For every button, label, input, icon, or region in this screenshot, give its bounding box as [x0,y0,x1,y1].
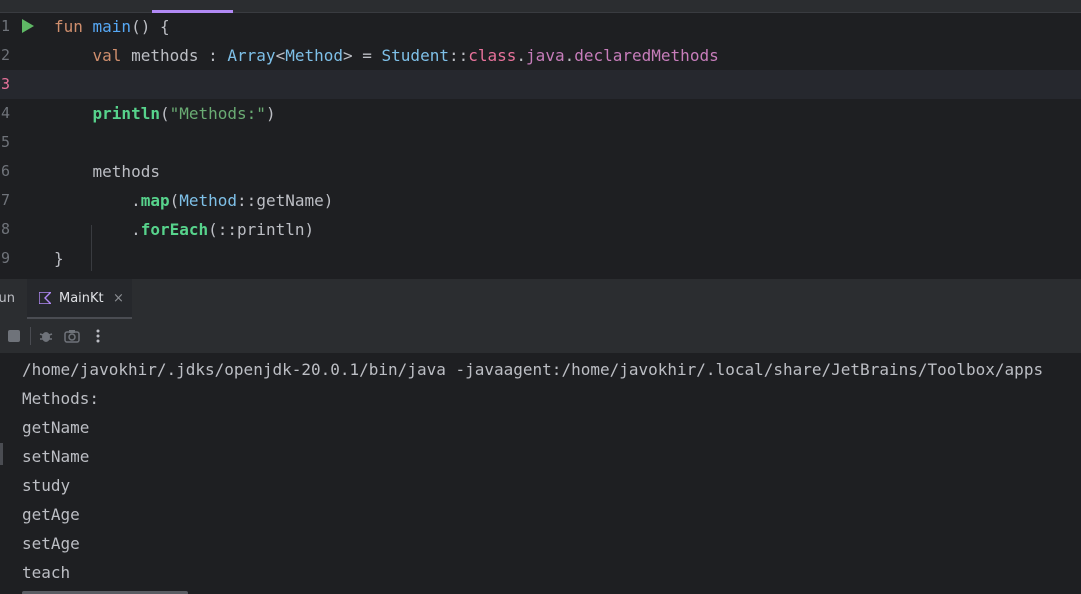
code-line[interactable]: 27 .map(Method::getName) [0,186,1081,215]
code-line[interactable]: 26 methods [0,157,1081,186]
code-token: Array [227,46,276,65]
console-line: setAge [22,534,80,553]
kotlin-icon [39,292,51,304]
code-token: forEach [140,220,209,239]
run-gutter-icon[interactable] [22,19,34,33]
camera-icon[interactable] [64,328,80,344]
code-text: val methods : Array<Method> = Student::c… [54,41,719,70]
code-text: methods [54,157,160,186]
code-token: ( [159,104,170,123]
console-line: teach [22,563,71,582]
line-number: 27 [0,191,11,209]
code-token: ::getName) [237,191,334,210]
line-number: 25 [0,133,11,151]
console-line: getName [22,418,90,437]
code-token: println [92,104,160,123]
code-text: .map(Method::getName) [54,186,333,215]
code-token: "Methods:" [169,104,266,123]
close-icon[interactable]: × [113,279,124,319]
code-token: methods [54,162,160,181]
line-number: 22 [0,46,11,64]
code-token: (::println) [208,220,315,239]
console-line: getAge [22,505,80,524]
code-line[interactable]: 28 .forEach(::println) [0,215,1081,244]
code-token: ( [169,191,180,210]
code-token: Student [381,46,449,65]
run-panel-tabs: Run MainKt × [0,278,1081,320]
code-token: . [54,220,141,239]
code-token: . [516,46,527,65]
console-output[interactable]: /home/javokhir/.jdks/openjdk-20.0.1/bin/… [0,353,1081,594]
tab-mainkt[interactable]: MainKt × [27,279,132,319]
code-line[interactable]: 21 fun main() { [0,12,1081,41]
code-editor[interactable]: 21fun main() {22 val methods : Array<Met… [0,0,1081,278]
debug-bug-icon[interactable] [38,328,54,344]
code-line[interactable]: 23 [0,70,1081,99]
line-number: 21 [0,17,11,35]
tab-label: MainKt [59,291,104,306]
code-text: println("Methods:") [54,99,276,128]
code-line[interactable]: 29} [0,244,1081,273]
line-number: 29 [0,249,11,267]
run-tool-window-label[interactable]: Run [0,279,22,319]
code-token: . [564,46,575,65]
code-token: > = [343,46,382,65]
code-token: class [468,46,517,65]
code-token: fun [54,17,93,36]
code-token: map [140,191,170,210]
console-line: setName [22,447,90,466]
code-token: methods : [131,46,228,65]
console-line: study [22,476,71,495]
console-line: Methods: [22,389,100,408]
code-token: declaredMethods [574,46,719,65]
code-line[interactable]: 22 val methods : Array<Method> = Student… [0,41,1081,70]
code-token: ) [265,104,276,123]
code-text: .forEach(::println) [54,215,314,244]
indent-guide [91,225,92,271]
line-number: 28 [0,220,11,238]
console-gutter-marker [0,443,3,465]
code-token: Method [179,191,238,210]
console-line: /home/javokhir/.jdks/openjdk-20.0.1/bin/… [22,360,1044,379]
stop-icon[interactable] [8,330,20,342]
code-line[interactable]: 24 println("Methods:") [0,99,1081,128]
code-text: fun main() { [54,12,170,41]
code-token: } [54,249,64,268]
line-number: 26 [0,162,11,180]
code-token: Method [285,46,343,65]
code-token: < [275,46,286,65]
code-token: () { [131,17,170,36]
code-token: main [92,17,132,36]
toolbar-divider [30,327,31,345]
line-number: 24 [0,104,11,122]
code-token: val [92,46,132,65]
line-number: 23 [0,75,11,93]
code-token: java [526,46,565,65]
code-line[interactable]: 25 [0,128,1081,157]
run-toolbar [0,319,1081,353]
code-text: } [54,244,64,273]
code-token: . [54,191,141,210]
code-token: :: [448,46,469,65]
more-options-icon[interactable] [90,328,106,344]
